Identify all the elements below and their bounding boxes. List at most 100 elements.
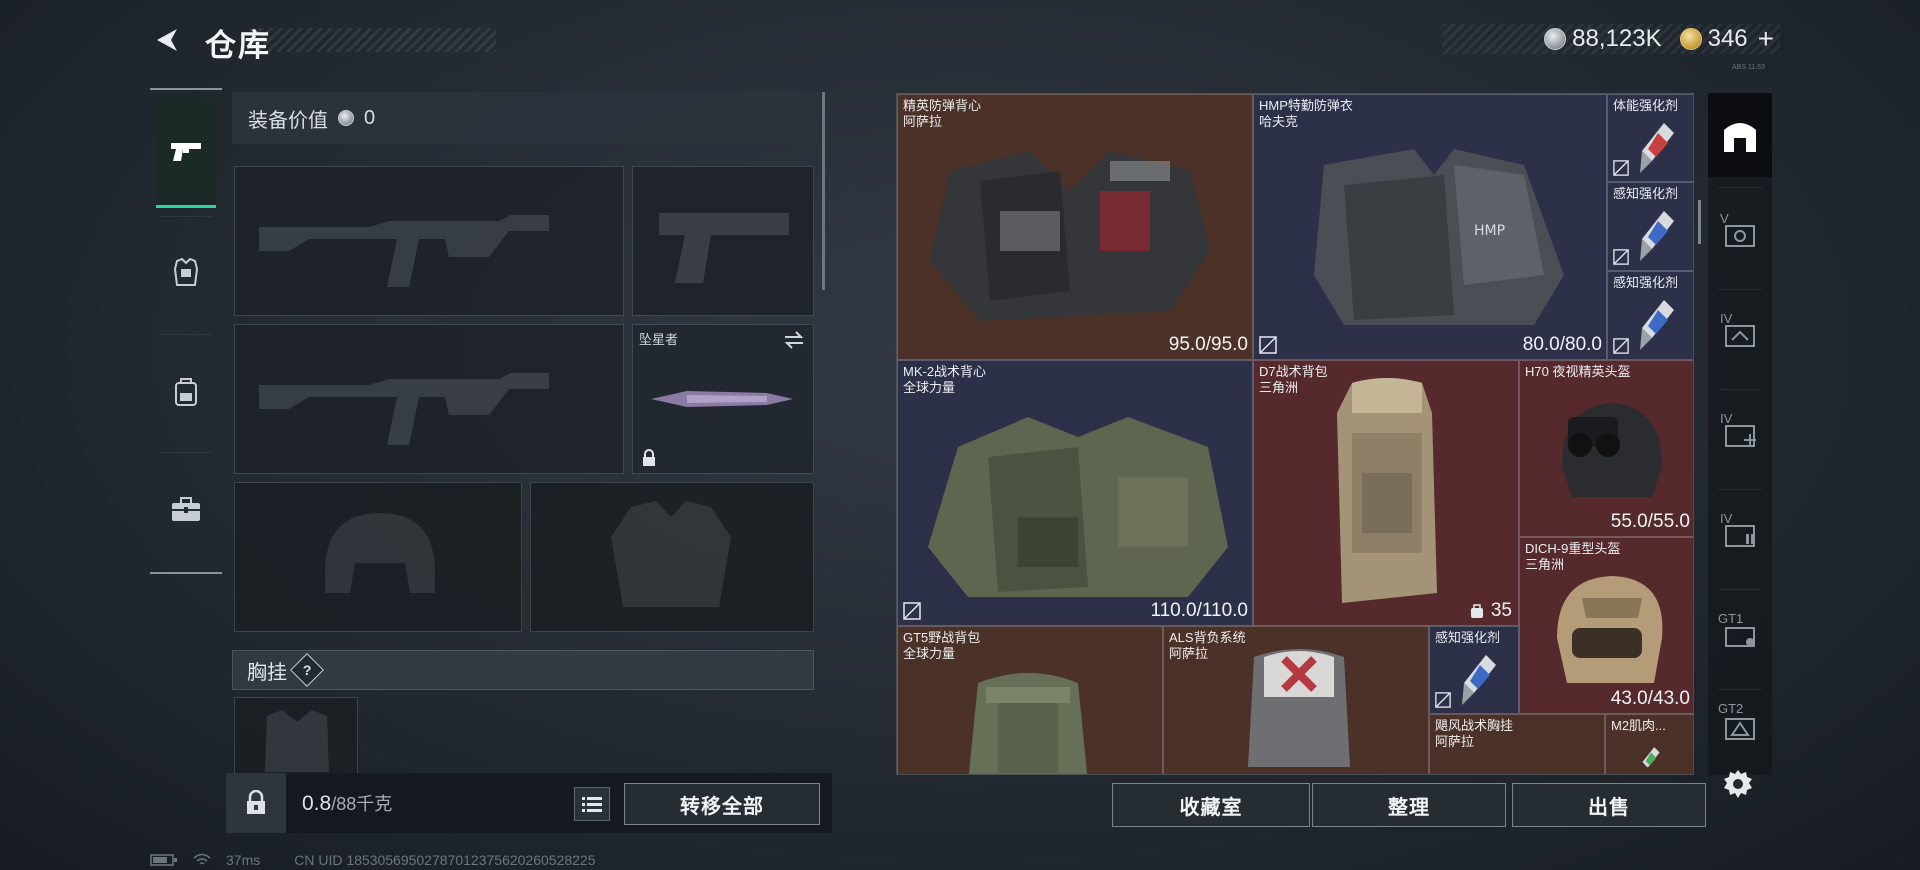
tab-tag: V xyxy=(1720,211,1729,226)
equipment-scrollbar[interactable] xyxy=(822,92,825,290)
vest-icon xyxy=(928,417,1228,597)
gold-currency: 346 + xyxy=(1679,23,1774,55)
nav-bracket-bottom xyxy=(150,572,222,574)
storage-item-hurricane-rig[interactable]: 飓风战术胸挂 阿萨拉 xyxy=(1429,714,1605,774)
transfer-all-button[interactable]: 转移全部 xyxy=(624,783,820,825)
collection-room-button[interactable]: 收藏室 xyxy=(1112,783,1310,827)
storage-scrollbar[interactable] xyxy=(1698,200,1701,244)
helmet-slot[interactable] xyxy=(234,482,522,632)
item-count: 35 xyxy=(1469,600,1512,622)
swap-icon[interactable] xyxy=(783,331,805,349)
storage-tab-3[interactable]: IV xyxy=(1708,393,1772,477)
storage-item-perception-booster[interactable]: 感知强化剂 xyxy=(1607,271,1693,360)
storage-tab-all[interactable] xyxy=(1708,93,1772,177)
battery-icon xyxy=(150,854,177,866)
no-bind-icon xyxy=(1613,160,1629,176)
item-name: 飓风战术胸挂 阿萨拉 xyxy=(1435,718,1514,749)
nav-tab-armor[interactable] xyxy=(156,218,216,328)
list-view-button[interactable] xyxy=(574,787,610,821)
item-count-value: 35 xyxy=(1490,600,1512,621)
lock-button[interactable] xyxy=(226,773,286,833)
storage-tab-1[interactable]: V xyxy=(1708,193,1772,277)
triangle-folder-icon xyxy=(1725,718,1755,740)
storage-item-perception-booster[interactable]: 感知强化剂 xyxy=(1607,182,1693,271)
storage-item-h70-helmet[interactable]: H70 夜视精英头盔 55.0/55.0 xyxy=(1519,360,1693,537)
silver-currency: 88,123K xyxy=(1544,25,1662,53)
armor-icon: HMP xyxy=(1314,149,1564,325)
storage-item-als-system[interactable]: ALS背负系统 阿萨拉 xyxy=(1163,626,1429,774)
helmet-silhouette-icon xyxy=(325,513,435,593)
silver-coin-icon xyxy=(1544,28,1567,50)
sort-button[interactable]: 整理 xyxy=(1312,783,1506,827)
nav-separator xyxy=(160,334,212,335)
pistol-slot[interactable] xyxy=(632,166,814,316)
help-button[interactable]: ? xyxy=(290,653,324,687)
pistol-silhouette-icon xyxy=(659,213,789,283)
pistol-icon xyxy=(171,142,201,161)
nav-separator xyxy=(1718,187,1762,188)
item-name: 体能强化剂 xyxy=(1613,98,1679,113)
wifi-icon xyxy=(193,853,211,865)
equipment-value: 0 xyxy=(364,106,376,129)
melee-weapon-slot[interactable]: 坠星者 xyxy=(632,324,814,474)
nav-tab-toolbox[interactable] xyxy=(156,454,216,564)
primary-weapon-slot[interactable] xyxy=(234,166,624,316)
knife-icon xyxy=(651,391,793,407)
storage-grid: 精英防弹背心 阿萨拉 95.0/95.0 HMP特勤防弹衣 哈夫克 HMP 80.0… xyxy=(896,93,1694,775)
nav-bracket-top xyxy=(150,88,222,90)
weight-readout: 0.8/88千克 xyxy=(302,790,392,816)
nav-separator xyxy=(160,216,212,217)
item-name: 感知强化剂 xyxy=(1435,630,1501,645)
backpack-icon xyxy=(175,378,197,406)
storage-item-d7-backpack[interactable]: D7战术背包 三角洲 35 xyxy=(1253,360,1519,626)
equipment-value-label: 装备价值 xyxy=(248,109,328,132)
item-name: H70 夜视精英头盔 xyxy=(1525,364,1631,379)
tab-tag: IV xyxy=(1720,511,1733,526)
equipment-panel: 装备价值 0 坠星者 胸挂 ? xyxy=(232,92,828,834)
storage-tab-4[interactable]: IV xyxy=(1708,493,1772,577)
sell-button[interactable]: 出售 xyxy=(1512,783,1706,827)
weight-bar: 0.8/88千克 转移全部 xyxy=(226,773,832,833)
armor-icon xyxy=(173,257,199,286)
nav-tab-weapons[interactable] xyxy=(156,98,216,208)
chest-rig-slot[interactable] xyxy=(234,697,358,777)
storage-item-m2-muscle[interactable]: M2肌肉... xyxy=(1605,714,1693,774)
secondary-weapon-slot[interactable] xyxy=(234,324,624,474)
storage-item-hmp-armor[interactable]: HMP特勤防弹衣 哈夫克 HMP 80.0/80.0 xyxy=(1253,94,1607,360)
tab-tag: IV xyxy=(1720,411,1733,426)
no-bind-icon xyxy=(1613,249,1629,265)
storage-category-nav: V IV IV IV GT1 GT2 xyxy=(1708,93,1772,775)
help-icon: ? xyxy=(302,662,312,678)
nav-tab-backpack[interactable] xyxy=(156,336,216,446)
item-durability: 110.0/110.0 xyxy=(1150,600,1248,621)
title-decoration xyxy=(250,28,496,52)
storage-tab-5[interactable]: GT1 xyxy=(1708,593,1772,677)
storage-tab-2[interactable]: IV xyxy=(1708,293,1772,377)
back-button[interactable] xyxy=(148,22,184,58)
item-name: 精英防弹背心 阿萨拉 xyxy=(903,98,982,129)
settings-button[interactable] xyxy=(1718,764,1758,804)
rifle-silhouette-icon xyxy=(259,215,549,287)
lock-icon xyxy=(247,790,265,814)
storage-item-mk2-vest[interactable]: MK-2战术背心 全球力量 110.0/110.0 xyxy=(897,360,1253,626)
storage-item-elite-vest[interactable]: 精英防弹背心 阿萨拉 95.0/95.0 xyxy=(897,94,1253,360)
latency: 37ms xyxy=(226,852,261,868)
no-bind-icon xyxy=(1259,336,1277,354)
no-bind-icon xyxy=(903,602,921,620)
storage-item-stamina-booster[interactable]: 体能强化剂 xyxy=(1607,94,1693,182)
item-durability: 80.0/80.0 xyxy=(1522,334,1602,355)
storage-item-perception-booster[interactable]: 感知强化剂 xyxy=(1429,626,1519,714)
add-currency-button[interactable]: + xyxy=(1758,23,1774,55)
back-arrow-icon xyxy=(157,29,177,51)
list-icon xyxy=(582,797,602,812)
gold-coin-icon xyxy=(1679,28,1702,50)
weight-capacity: /88千克 xyxy=(331,794,393,814)
uid-text: CN UID 18530569502787012375620260528225 xyxy=(294,852,596,868)
item-name: 感知强化剂 xyxy=(1613,275,1679,290)
body-armor-slot[interactable] xyxy=(530,482,814,632)
storage-item-gt5-backpack[interactable]: GT5野战背包 全球力量 xyxy=(897,626,1163,774)
storage-tab-6[interactable]: GT2 xyxy=(1708,693,1772,763)
syringe-icon xyxy=(1640,211,1674,261)
lock-icon xyxy=(643,449,655,466)
storage-item-dich9-helmet[interactable]: DICH-9重型头盔 三角洲 43.0/43.0 xyxy=(1519,537,1693,714)
